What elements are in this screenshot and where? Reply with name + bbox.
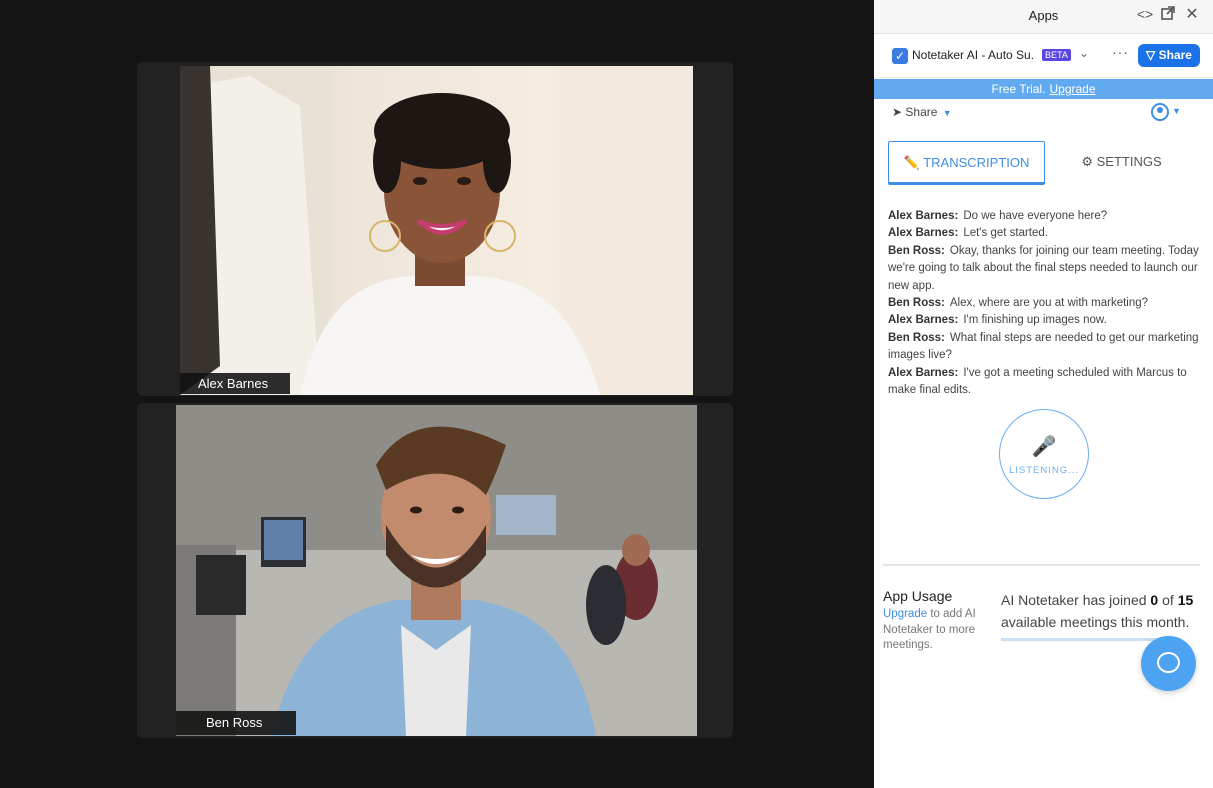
listening-area: 🎤 LISTENING... [874, 401, 1213, 511]
more-icon[interactable]: ··· [1112, 44, 1129, 60]
share-row: ➤ Share ▼ ▼ [874, 99, 1213, 129]
close-icon[interactable]: ✕ [1183, 4, 1201, 24]
participant-video-ben [176, 405, 697, 736]
send-icon: ➤ [892, 105, 903, 119]
caret-down-icon: ▼ [942, 108, 952, 118]
speaker-name: Ben Ross: [888, 331, 945, 344]
apps-panel: Apps <> ✕ ✓ Notetaker AI - Auto Su... BE… [874, 0, 1213, 788]
transcript-text: Do we have everyone here? [963, 210, 1108, 222]
transcript-line: Ben Ross: Okay, thanks for joining our te… [888, 243, 1199, 295]
usage-count-mid: of [1158, 592, 1178, 608]
meetings-total-count: 15 [1177, 592, 1194, 608]
video-stage: Alex Barnes Ben Ross [0, 0, 873, 788]
transcript-line: Alex Barnes: Let's get started. [888, 225, 1199, 242]
filter-icon: ▽ [1146, 48, 1156, 62]
participant-name-tag: Alex Barnes [180, 373, 290, 394]
video-tile-ben[interactable]: Ben Ross [137, 403, 733, 738]
popout-icon[interactable] [1159, 6, 1177, 23]
transcript-line: Alex Barnes: I've got a meeting scheduled… [888, 365, 1199, 400]
transcript-text: Let's get started. [963, 227, 1048, 240]
divider [883, 564, 1200, 566]
transcript-line: Ben Ross: What final steps are needed to … [888, 330, 1199, 365]
panel-header: Apps <> ✕ [874, 0, 1213, 34]
tab-transcription-label: TRANSCRIPTION [923, 155, 1030, 170]
tab-settings[interactable]: ⚙ SETTINGS [1064, 141, 1179, 185]
gear-icon: ⚙ [1081, 154, 1093, 169]
listening-button[interactable]: 🎤 LISTENING... [999, 409, 1089, 499]
listening-label: LISTENING... [1008, 465, 1080, 476]
share-button-label: Share [1158, 48, 1192, 62]
transcript-list: Alex Barnes: Do we have everyone here? Al… [874, 189, 1213, 401]
tab-bar: ✏️ TRANSCRIPTION ⚙ SETTINGS [874, 129, 1213, 189]
app-selector-bar: ✓ Notetaker AI - Auto Su... BETA ⌄ ··· ▽… [874, 34, 1213, 78]
transcript-text: I'm finishing up images now. [963, 314, 1107, 327]
usage-title: App Usage [883, 588, 953, 604]
transcript-line: Alex Barnes: I'm finishing up images now. [888, 312, 1199, 329]
participant-photo-alex [180, 66, 693, 395]
share-button[interactable]: ▽ Share [1138, 44, 1200, 67]
trial-banner: Free Trial. Upgrade [874, 79, 1213, 99]
participant-name-tag: Ben Ross [176, 711, 296, 735]
notetaker-logo-icon: ✓ [892, 48, 908, 64]
speaker-name: Ben Ross: [888, 297, 945, 310]
tab-settings-label: SETTINGS [1096, 154, 1162, 169]
tab-transcription[interactable]: ✏️ TRANSCRIPTION [888, 141, 1045, 185]
participant-photo-ben [176, 405, 697, 736]
speaker-name: Alex Barnes: [888, 366, 959, 379]
caret-down-icon[interactable]: ▼ [1172, 106, 1181, 116]
share-dropdown-label: Share [905, 105, 938, 119]
usage-description: Upgrade to add AI Notetaker to more meet… [883, 607, 988, 654]
app-name[interactable]: Notetaker AI - Auto Su... [912, 48, 1034, 62]
upgrade-link[interactable]: Upgrade [1049, 82, 1095, 96]
user-icon[interactable] [1151, 103, 1169, 121]
speaker-name: Alex Barnes: [888, 314, 959, 327]
chat-icon [1157, 652, 1180, 673]
transcript-line: Alex Barnes: Do we have everyone here? [888, 208, 1199, 225]
beta-badge: BETA [1042, 49, 1071, 61]
share-dropdown[interactable]: ➤ Share ▼ [892, 105, 952, 119]
transcript-line: Ben Ross: Alex, where are you at with mar… [888, 295, 1199, 312]
trial-text: Free Trial. [991, 82, 1046, 96]
pencil-icon: ✏️ [903, 155, 920, 170]
video-tile-alex[interactable]: Alex Barnes [137, 62, 733, 396]
usage-upgrade-link[interactable]: Upgrade [883, 608, 927, 620]
code-icon[interactable]: <> [1136, 6, 1154, 22]
transcript-text: Alex, where are you at with marketing? [949, 297, 1149, 310]
usage-count-suffix: available meetings this month. [1001, 613, 1190, 630]
usage-count-prefix: AI Notetaker has joined [1001, 592, 1151, 608]
chat-support-button[interactable] [1141, 636, 1196, 691]
chevron-down-icon[interactable]: ⌄ [1079, 46, 1089, 60]
speaker-name: Ben Ross: [888, 244, 945, 257]
participant-video-alex [180, 66, 693, 395]
speaker-name: Alex Barnes: [888, 210, 959, 222]
microphone-icon: 🎤 [1031, 436, 1057, 458]
usage-count: AI Notetaker has joined 0 of 15 availabl… [1001, 590, 1201, 633]
speaker-name: Alex Barnes: [888, 227, 959, 240]
